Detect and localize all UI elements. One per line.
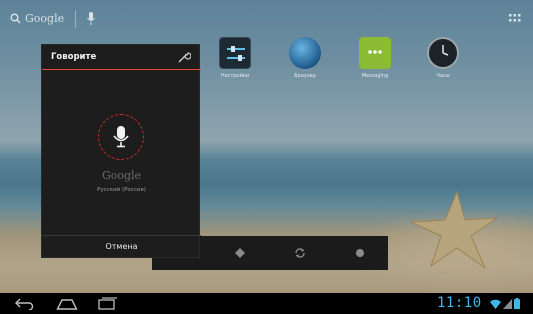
home-shortcuts: Настройки Браузер Messaging Часы bbox=[210, 37, 470, 87]
wifi-icon bbox=[490, 299, 501, 309]
dock-button[interactable] bbox=[280, 236, 320, 270]
system-navigation-bar: 11:10 bbox=[0, 293, 533, 314]
google-search-box[interactable]: Google bbox=[10, 12, 64, 25]
microphone-icon[interactable] bbox=[86, 11, 96, 27]
message-icon bbox=[359, 37, 391, 69]
signal-icon bbox=[503, 298, 512, 309]
settings-icon bbox=[219, 37, 251, 69]
status-icons[interactable] bbox=[490, 298, 520, 309]
search-icon bbox=[10, 13, 21, 24]
recent-apps-icon[interactable] bbox=[98, 297, 118, 310]
all-apps-grid-icon[interactable] bbox=[509, 14, 521, 23]
cancel-button[interactable]: Отмена bbox=[42, 236, 201, 259]
google-search-label: Google bbox=[25, 12, 65, 25]
battery-icon bbox=[514, 298, 520, 309]
dock-button[interactable] bbox=[220, 236, 260, 270]
voice-search-dialog: Говорите Google Русский (Россия) Отмена bbox=[41, 44, 201, 259]
diamond-icon bbox=[235, 248, 245, 258]
dialog-title: Говорите bbox=[51, 52, 97, 62]
shortcut-label: Messaging bbox=[361, 73, 389, 79]
shortcut-label: Браузер bbox=[294, 73, 316, 79]
search-divider bbox=[75, 10, 76, 28]
globe-icon bbox=[289, 37, 321, 69]
shortcut-label: Часы bbox=[436, 73, 450, 79]
shortcut-label: Настройки bbox=[220, 73, 250, 79]
dot-icon bbox=[356, 249, 364, 257]
wrench-icon[interactable] bbox=[178, 51, 191, 63]
refresh-icon bbox=[295, 248, 305, 258]
back-icon[interactable] bbox=[14, 297, 36, 310]
shortcut-clock[interactable]: Часы bbox=[418, 37, 468, 79]
dock-button[interactable] bbox=[340, 236, 380, 270]
microphone-icon bbox=[113, 126, 129, 148]
home-icon[interactable] bbox=[56, 296, 78, 310]
shortcut-settings[interactable]: Настройки bbox=[210, 37, 260, 79]
language-label[interactable]: Русский (Россия) bbox=[42, 187, 201, 193]
dialog-accent-line bbox=[42, 69, 201, 70]
shortcut-browser[interactable]: Браузер bbox=[280, 37, 330, 79]
google-brand: Google bbox=[101, 169, 142, 182]
top-search-bar: Google bbox=[0, 0, 533, 38]
dialog-header: Говорите bbox=[42, 45, 201, 69]
status-clock[interactable]: 11:10 bbox=[437, 295, 482, 311]
shortcut-messaging[interactable]: Messaging bbox=[350, 37, 400, 79]
clock-icon bbox=[427, 37, 459, 69]
